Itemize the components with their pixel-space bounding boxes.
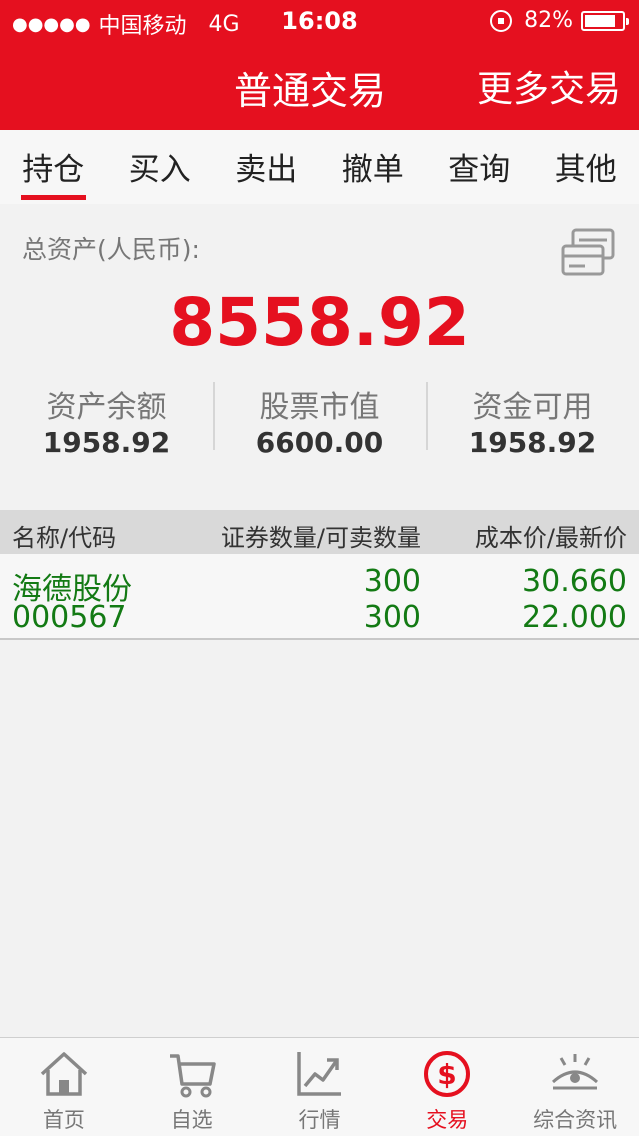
- cost-price: 30.660: [522, 564, 627, 599]
- bottom-nav-news[interactable]: 综合资讯: [511, 1038, 639, 1136]
- rotation-lock-icon: [490, 9, 513, 32]
- asset-metrics: 资产余额 1958.92 股票市值 6600.00 资金可用 1958.92: [0, 382, 639, 459]
- bottom-nav-label: 自选: [170, 1108, 213, 1132]
- column-header-name: 名称/代码: [12, 524, 117, 552]
- metric-label: 资产余额: [46, 390, 167, 425]
- bottom-nav-label: 首页: [42, 1108, 85, 1132]
- metric-value: 1958.92: [42, 426, 171, 459]
- battery-fill: [585, 14, 615, 27]
- tab-query[interactable]: 查询: [426, 130, 533, 204]
- metric-value: 6600.00: [255, 426, 384, 459]
- trade-tabs: 持仓 买入 卖出 撤单 查询 其他: [0, 130, 639, 204]
- column-header-price: 成本价/最新价: [474, 524, 627, 552]
- bottom-nav-label: 交易: [426, 1108, 469, 1132]
- status-right: 82%: [490, 8, 629, 33]
- asset-summary: 总资产(人民币): 8558.92 资产余额 1958.92 股票市值 6600…: [0, 204, 639, 510]
- metric-available-funds: 资金可用 1958.92: [426, 382, 639, 459]
- trend-chart-icon: [297, 1052, 342, 1096]
- home-icon: [40, 1052, 88, 1096]
- metric-asset-balance: 资产余额 1958.92: [0, 382, 213, 459]
- battery-percent: 82%: [524, 8, 573, 33]
- app-header: ●●●●● 中国移动 4G 16:08 82% 普通交易 更多交易: [0, 0, 639, 130]
- tab-other[interactable]: 其他: [533, 130, 639, 204]
- total-assets-value: 8558.92: [169, 284, 470, 361]
- stock-sellable: 300: [363, 600, 421, 635]
- bottom-nav-market[interactable]: 行情: [256, 1038, 384, 1136]
- bottom-nav-label: 综合资讯: [533, 1108, 618, 1132]
- total-assets-label: 总资产(人民币):: [22, 235, 200, 264]
- battery-icon: [581, 10, 629, 31]
- eye-info-icon: [552, 1054, 599, 1090]
- stock-quantity: 300: [363, 564, 421, 599]
- tab-sell[interactable]: 卖出: [213, 130, 320, 204]
- dollar-circle-icon: $: [424, 1051, 471, 1097]
- tab-cancel-order[interactable]: 撤单: [320, 130, 427, 204]
- metric-label: 资金可用: [472, 390, 593, 425]
- svg-text:$: $: [438, 1058, 457, 1091]
- cart-icon: [169, 1054, 216, 1098]
- more-trade-button[interactable]: 更多交易: [477, 60, 621, 112]
- metric-label: 股票市值: [259, 390, 380, 425]
- stock-code: 000567: [12, 600, 127, 635]
- table-row[interactable]: 海德股份 000567 300 300 30.660 22.000: [0, 554, 639, 640]
- tab-buy[interactable]: 买入: [107, 130, 214, 204]
- tab-holdings[interactable]: 持仓: [0, 130, 107, 204]
- bottom-tab-bar: 首页 自选 行情 $ 交易 综合资讯: [0, 1037, 639, 1136]
- status-bar: ●●●●● 中国移动 4G 16:08 82%: [0, 0, 639, 42]
- bottom-nav-watchlist[interactable]: 自选: [128, 1038, 256, 1136]
- metric-value: 1958.92: [468, 426, 597, 459]
- bottom-nav-label: 行情: [298, 1108, 341, 1132]
- metric-stock-value: 股票市值 6600.00: [213, 382, 426, 459]
- bank-card-icon[interactable]: [559, 224, 619, 284]
- holdings-table-header: 名称/代码 证券数量/可卖数量 成本价/最新价: [0, 510, 639, 554]
- bottom-nav-trade[interactable]: $ 交易: [383, 1038, 511, 1136]
- column-header-quantity: 证券数量/可卖数量: [220, 524, 421, 552]
- bottom-nav-home[interactable]: 首页: [0, 1038, 128, 1136]
- latest-price: 22.000: [522, 600, 627, 635]
